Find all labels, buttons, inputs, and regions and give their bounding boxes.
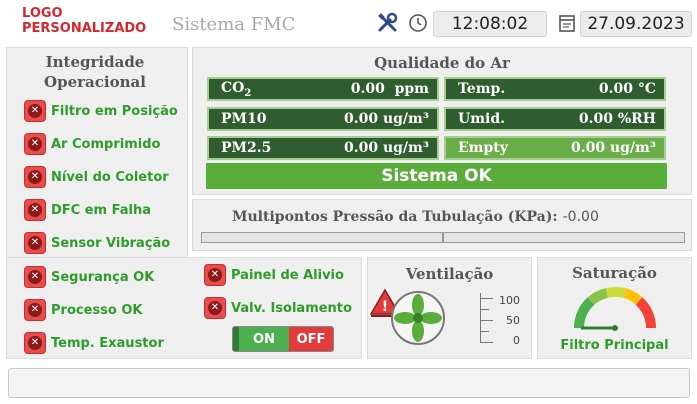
status-item: ✕ DFC em Falha xyxy=(24,198,178,222)
sensor-value: 0.00 xyxy=(343,111,379,127)
status-item: ✕ Processo OK xyxy=(24,298,164,322)
status-label: Ar Comprimido xyxy=(51,136,161,152)
status-label: Painel de Alivio xyxy=(231,267,344,283)
status-item: ✕ Valv. Isolamento xyxy=(204,296,352,320)
sensor-reading: 0.00 °C xyxy=(599,81,656,97)
sensor-temp: Temp. 0.00 °C xyxy=(444,77,666,101)
alarm-icon: ✕ xyxy=(24,166,46,188)
alarm-icon: ✕ xyxy=(24,133,46,155)
sensor-unit: °C xyxy=(637,81,656,97)
alarm-icon: ✕ xyxy=(24,232,46,254)
sensor-value: 0.00 xyxy=(343,140,379,156)
status-item: ✕ Segurança OK xyxy=(24,265,164,289)
sensor-reading: 0.00 ug/m³ xyxy=(344,111,429,127)
saturacao-gauge xyxy=(573,284,657,336)
status-label: DFC em Falha xyxy=(51,202,152,218)
alarm-icon: ✕ xyxy=(204,264,226,286)
system-status: Sistema OK xyxy=(206,163,667,189)
fan-icon xyxy=(390,290,446,350)
svg-text:!: ! xyxy=(382,299,388,315)
status-item: ✕ Filtro em Posição xyxy=(24,99,178,123)
sensor-value: 0.00 xyxy=(570,140,606,156)
pressao-label: Multipontos Pressão da Tubulação (KPa): xyxy=(232,209,558,225)
logo: LOGO PERSONALIZADO xyxy=(22,6,147,36)
ventilacao-title: Ventilação xyxy=(405,265,494,283)
calendar-icon xyxy=(557,13,577,37)
status-item: ✕ Ar Comprimido xyxy=(24,132,178,156)
integridade-list: ✕ Filtro em Posição ✕ Ar Comprimido ✕ Ní… xyxy=(24,99,178,255)
status-label: Temp. Exaustor xyxy=(51,335,164,351)
alarm-icon: ✕ xyxy=(24,199,46,221)
status-item: ✕ Nível do Coletor xyxy=(24,165,178,189)
sensor-name: Umid. xyxy=(458,111,506,127)
clock-icon xyxy=(408,13,428,37)
alarm-icon: ✕ xyxy=(24,299,46,321)
scale-label: 50 xyxy=(506,314,520,327)
time-display: 12:08:02 xyxy=(433,11,547,37)
sensor-value: 0.00 xyxy=(598,81,633,97)
sensor-empty: Empty 0.00 ug/m³ xyxy=(444,136,666,160)
sensor-unit: ug/m³ xyxy=(609,140,656,156)
pressao-readout: Multipontos Pressão da Tubulação (KPa): … xyxy=(232,206,599,225)
sensor-name: PM10 xyxy=(221,111,267,127)
alarm-icon: ✕ xyxy=(24,332,46,354)
app-title: Sistema FMC xyxy=(172,14,296,35)
sensor-reading: 0.00 %RH xyxy=(579,111,656,127)
qualidade-title: Qualidade do Ar xyxy=(374,54,510,72)
seguranca-right-list: ✕ Painel de Alivio ✕ Valv. Isolamento xyxy=(204,263,352,320)
sensor-pm10: PM10 0.00 ug/m³ xyxy=(207,107,439,131)
sensor-unit: ug/m³ xyxy=(382,140,429,156)
alarm-icon: ✕ xyxy=(24,100,46,122)
pressao-value: -0.00 xyxy=(562,209,599,225)
status-label: Processo OK xyxy=(51,302,143,318)
sensor-umid: Umid. 0.00 %RH xyxy=(444,107,666,131)
status-label: Filtro em Posição xyxy=(51,103,178,119)
sensor-name: CO2 xyxy=(221,79,252,99)
saturacao-label: Filtro Principal xyxy=(560,338,669,353)
tools-icon[interactable] xyxy=(377,12,399,39)
pressure-bar-2 xyxy=(443,232,685,243)
toggle-off[interactable]: OFF xyxy=(289,327,333,351)
sensor-unit: %RH xyxy=(617,111,656,127)
sensor-name: PM2.5 xyxy=(221,140,272,156)
pressure-bar-1 xyxy=(201,232,443,243)
status-item: ✕ Painel de Alivio xyxy=(204,263,352,287)
sensor-co2: CO2 0.00 ppm xyxy=(207,77,439,101)
sensor-name: Temp. xyxy=(458,81,506,97)
sensor-unit: ug/m³ xyxy=(382,111,429,127)
sensor-reading: 0.00 ug/m³ xyxy=(571,140,656,156)
toggle-on[interactable]: ON xyxy=(233,327,289,351)
status-label: Valv. Isolamento xyxy=(231,300,352,316)
status-label: Nível do Coletor xyxy=(51,169,169,185)
status-label: Sensor Vibração xyxy=(51,235,171,251)
alarm-icon: ✕ xyxy=(204,297,226,319)
sensor-unit: ppm xyxy=(394,81,429,97)
sensor-reading: 0.00 ppm xyxy=(351,81,429,97)
sensor-value: 0.00 xyxy=(350,81,385,97)
sensor-reading: 0.00 ug/m³ xyxy=(344,140,429,156)
status-item: ✕ Temp. Exaustor xyxy=(24,331,164,355)
sensor-value: 0.00 xyxy=(578,111,613,127)
sensor-pm25: PM2.5 0.00 ug/m³ xyxy=(207,136,439,160)
scale-label: 0 xyxy=(513,334,520,347)
on-off-toggle[interactable]: ON OFF xyxy=(232,326,334,352)
sensor-name: Empty xyxy=(458,140,508,156)
status-item: ✕ Sensor Vibração xyxy=(24,231,178,255)
status-label: Segurança OK xyxy=(51,269,155,285)
message-bar xyxy=(8,368,690,398)
date-display: 27.09.2023 xyxy=(580,11,692,37)
saturacao-title: Saturação xyxy=(572,264,657,282)
scale-label: 100 xyxy=(499,294,520,307)
integridade-title: Integridade Operacional xyxy=(44,53,146,91)
seguranca-left-list: ✕ Segurança OK ✕ Processo OK ✕ Temp. Exa… xyxy=(24,265,164,355)
alarm-icon: ✕ xyxy=(24,266,46,288)
